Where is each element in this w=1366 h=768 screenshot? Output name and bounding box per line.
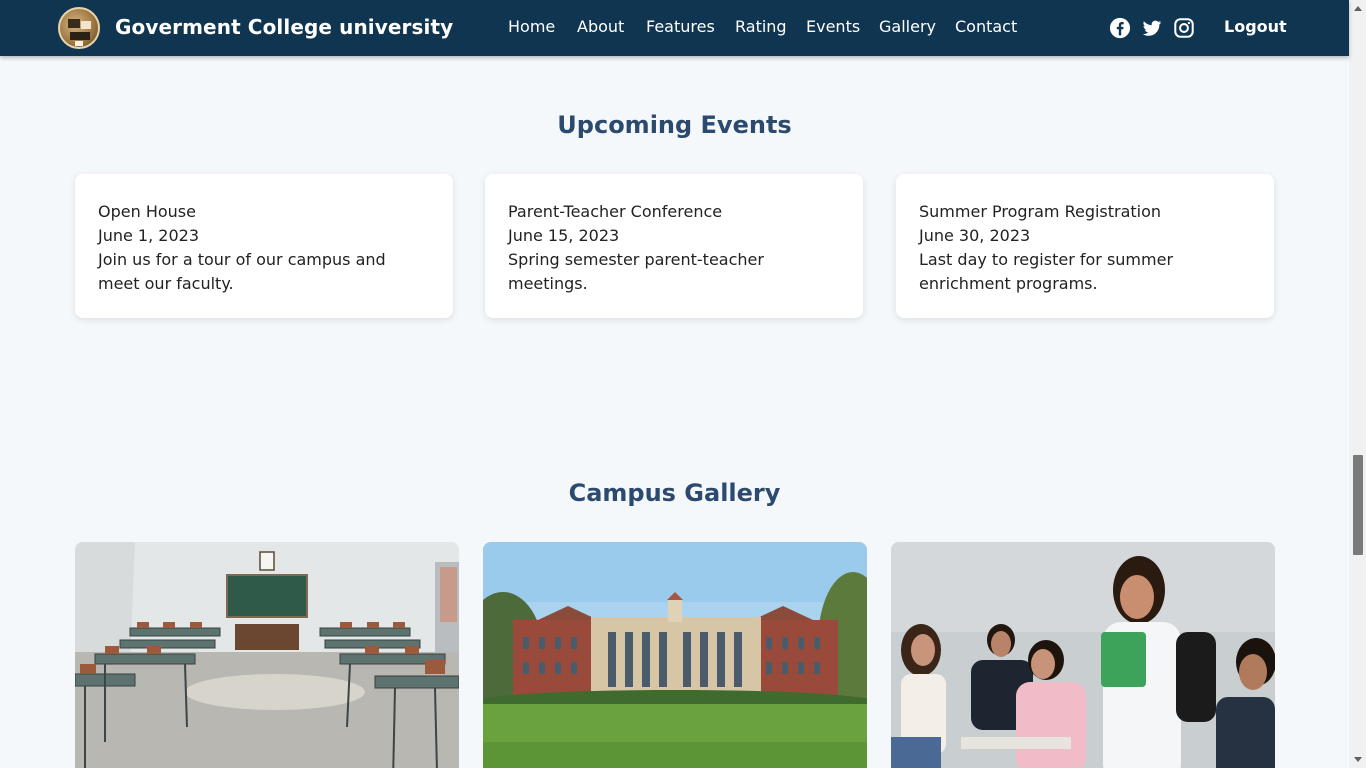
classroom-photo[interactable]	[75, 542, 459, 768]
students-photo[interactable]	[891, 542, 1275, 768]
event-name: Summer Program Registration	[919, 202, 1162, 221]
nav-gallery[interactable]: Gallery	[879, 17, 936, 36]
event-name: Parent-Teacher Conference	[508, 202, 723, 221]
event-date: June 1, 2023	[98, 226, 199, 245]
brand-name[interactable]: Goverment College university	[115, 15, 453, 39]
event-card: Open House June 1, 2023 Join us for a to…	[75, 174, 453, 318]
event-card: Parent-Teacher Conference June 15, 2023 …	[485, 174, 863, 318]
event-description: Last day to register for summer enrichme…	[919, 250, 1174, 293]
gallery-section-title: Campus Gallery	[568, 479, 781, 507]
nav-rating[interactable]: Rating	[735, 17, 787, 36]
event-card: Summer Program Registration June 30, 202…	[896, 174, 1274, 318]
college-logo[interactable]	[58, 7, 100, 49]
scrollbar-thumb[interactable]	[1353, 455, 1363, 555]
campus-building-photo[interactable]	[483, 542, 867, 768]
vertical-scrollbar[interactable]	[1349, 0, 1366, 768]
event-description: Spring semester parent-teacher meetings.	[508, 250, 764, 293]
nav-home[interactable]: Home	[508, 17, 555, 36]
navbar: Goverment College university Home About …	[0, 0, 1349, 56]
event-date: June 15, 2023	[508, 226, 620, 245]
event-name: Open House	[98, 202, 196, 221]
scroll-up-arrow-icon[interactable]	[1349, 0, 1366, 17]
event-description: Join us for a tour of our campus and mee…	[98, 250, 386, 293]
nav-features[interactable]: Features	[646, 17, 715, 36]
events-section-title: Upcoming Events	[557, 111, 792, 139]
logout-button[interactable]: Logout	[1224, 17, 1287, 36]
facebook-icon[interactable]	[1109, 17, 1131, 39]
instagram-icon[interactable]	[1173, 17, 1195, 39]
twitter-icon[interactable]	[1141, 17, 1163, 39]
nav-about[interactable]: About	[577, 17, 624, 36]
nav-events[interactable]: Events	[806, 17, 860, 36]
event-date: June 30, 2023	[919, 226, 1031, 245]
scroll-down-arrow-icon[interactable]	[1349, 751, 1366, 768]
nav-contact[interactable]: Contact	[955, 17, 1017, 36]
